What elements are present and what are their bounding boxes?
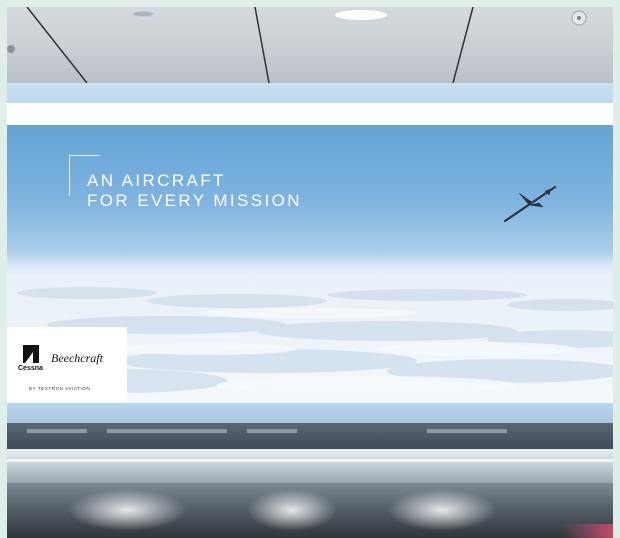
ceiling-panels [7,7,587,83]
ceiling [7,7,613,83]
jet-icon [503,185,557,223]
floor-accent [563,524,613,538]
logo-panel: Cessna Beechcraft BY TEXTRON AVIATION [7,327,127,401]
cessna-logo-icon [23,345,39,363]
headline-line-1: AN AIRCRAFT [87,171,226,190]
textron-tagline: BY TEXTRON AVIATION [29,386,91,391]
billboard: AN AIRCRAFT FOR EVERY MISSION Cessna Bee… [7,125,613,403]
counter-highlight [7,459,613,462]
floor [7,483,613,538]
headline-line-2: FOR EVERY MISSION [87,191,302,210]
cessna-wordmark: Cessna [18,365,43,372]
soffit [7,83,613,103]
beechcraft-wordmark: Beechcraft [51,351,103,365]
counter [7,449,613,483]
billboard-top-edge [7,103,613,125]
photo-frame: AN AIRCRAFT FOR EVERY MISSION Cessna Bee… [7,7,613,538]
terminal-fascia [7,423,613,449]
billboard-headline: AN AIRCRAFT FOR EVERY MISSION [87,171,302,211]
billboard-bottom-edge [7,403,613,423]
